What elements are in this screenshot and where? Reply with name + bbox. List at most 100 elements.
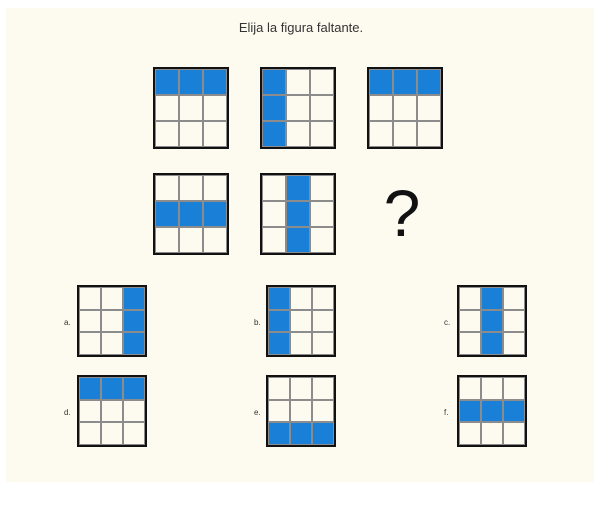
grid-cell-filled — [290, 422, 312, 445]
grid-cell-filled — [286, 227, 310, 253]
grid-cell-empty — [459, 309, 481, 333]
grid-cell-empty — [286, 95, 310, 121]
option-f[interactable] — [457, 375, 527, 447]
grid-cell-empty — [203, 227, 227, 253]
grid-cell-empty — [393, 95, 417, 121]
grid-cell-empty — [262, 175, 286, 201]
option-a[interactable] — [77, 285, 147, 357]
grid-cell-empty — [369, 95, 393, 121]
grid-cell-empty — [312, 399, 334, 423]
grid-cell-empty — [503, 309, 525, 333]
grid-cell-empty — [310, 69, 334, 95]
grid-cell-empty — [417, 95, 441, 121]
grid-cell-empty — [459, 377, 481, 400]
grid-cell-empty — [312, 309, 334, 333]
grid-cell-empty — [179, 121, 203, 147]
option-f-label: f. — [444, 408, 449, 417]
grid-cell-empty — [459, 287, 481, 310]
grid-cell-empty — [503, 332, 525, 355]
puzzle-figure-4 — [153, 173, 229, 255]
grid-cell-filled — [312, 422, 334, 445]
grid-cell-empty — [312, 287, 334, 310]
puzzle-figure-5 — [260, 173, 336, 255]
grid-cell-empty — [101, 287, 123, 310]
grid-cell-filled — [459, 399, 481, 423]
option-b-label: b. — [254, 318, 261, 327]
grid-cell-empty — [290, 377, 312, 400]
grid-cell-filled — [268, 332, 290, 355]
option-e-label: e. — [254, 408, 261, 417]
grid-cell-filled — [481, 309, 503, 333]
grid-cell-empty — [79, 332, 101, 355]
grid-cell-empty — [79, 309, 101, 333]
grid-cell-empty — [459, 422, 481, 445]
grid-cell-filled — [393, 69, 417, 95]
grid-cell-filled — [203, 201, 227, 227]
grid-cell-empty — [101, 399, 123, 423]
grid-cell-empty — [262, 201, 286, 227]
grid-cell-filled — [481, 332, 503, 355]
grid-cell-empty — [503, 422, 525, 445]
grid-cell-empty — [79, 422, 101, 445]
grid-cell-empty — [286, 121, 310, 147]
grid-cell-empty — [262, 227, 286, 253]
grid-cell-empty — [310, 121, 334, 147]
grid-cell-filled — [369, 69, 393, 95]
grid-cell-filled — [203, 69, 227, 95]
grid-cell-empty — [123, 399, 145, 423]
grid-cell-empty — [179, 227, 203, 253]
grid-cell-filled — [123, 287, 145, 310]
missing-figure-question-mark: ? — [383, 176, 421, 250]
grid-cell-filled — [123, 332, 145, 355]
grid-cell-filled — [179, 69, 203, 95]
prompt-text: Elija la figura faltante. — [238, 20, 364, 35]
grid-cell-empty — [312, 377, 334, 400]
grid-cell-empty — [101, 332, 123, 355]
grid-cell-empty — [179, 175, 203, 201]
grid-cell-empty — [101, 422, 123, 445]
grid-cell-filled — [79, 377, 101, 400]
puzzle-figure-1 — [153, 67, 229, 149]
grid-cell-empty — [123, 422, 145, 445]
grid-cell-filled — [286, 201, 310, 227]
grid-cell-empty — [79, 399, 101, 423]
option-d-label: d. — [64, 408, 71, 417]
grid-cell-filled — [101, 377, 123, 400]
grid-cell-filled — [503, 399, 525, 423]
option-e[interactable] — [266, 375, 336, 447]
grid-cell-empty — [290, 332, 312, 355]
grid-cell-filled — [155, 69, 179, 95]
grid-cell-empty — [203, 95, 227, 121]
grid-cell-empty — [369, 121, 393, 147]
option-c-label: c. — [444, 318, 451, 327]
option-c[interactable] — [457, 285, 527, 357]
grid-cell-empty — [268, 399, 290, 423]
grid-cell-empty — [155, 175, 179, 201]
grid-cell-filled — [268, 309, 290, 333]
grid-cell-empty — [459, 332, 481, 355]
grid-cell-filled — [262, 95, 286, 121]
grid-cell-empty — [310, 201, 334, 227]
grid-cell-filled — [268, 287, 290, 310]
grid-cell-filled — [268, 422, 290, 445]
grid-cell-empty — [417, 121, 441, 147]
grid-cell-empty — [286, 69, 310, 95]
grid-cell-empty — [290, 399, 312, 423]
grid-cell-empty — [101, 309, 123, 333]
grid-cell-empty — [310, 227, 334, 253]
grid-cell-empty — [155, 95, 179, 121]
grid-cell-empty — [290, 309, 312, 333]
grid-cell-empty — [290, 287, 312, 310]
grid-cell-filled — [286, 175, 310, 201]
grid-cell-empty — [310, 175, 334, 201]
grid-cell-empty — [79, 287, 101, 310]
grid-cell-empty — [179, 95, 203, 121]
grid-cell-filled — [481, 399, 503, 423]
grid-cell-empty — [481, 422, 503, 445]
grid-cell-filled — [123, 309, 145, 333]
option-d[interactable] — [77, 375, 147, 447]
grid-cell-empty — [312, 332, 334, 355]
option-b[interactable] — [266, 285, 336, 357]
grid-cell-empty — [503, 287, 525, 310]
grid-cell-empty — [481, 377, 503, 400]
